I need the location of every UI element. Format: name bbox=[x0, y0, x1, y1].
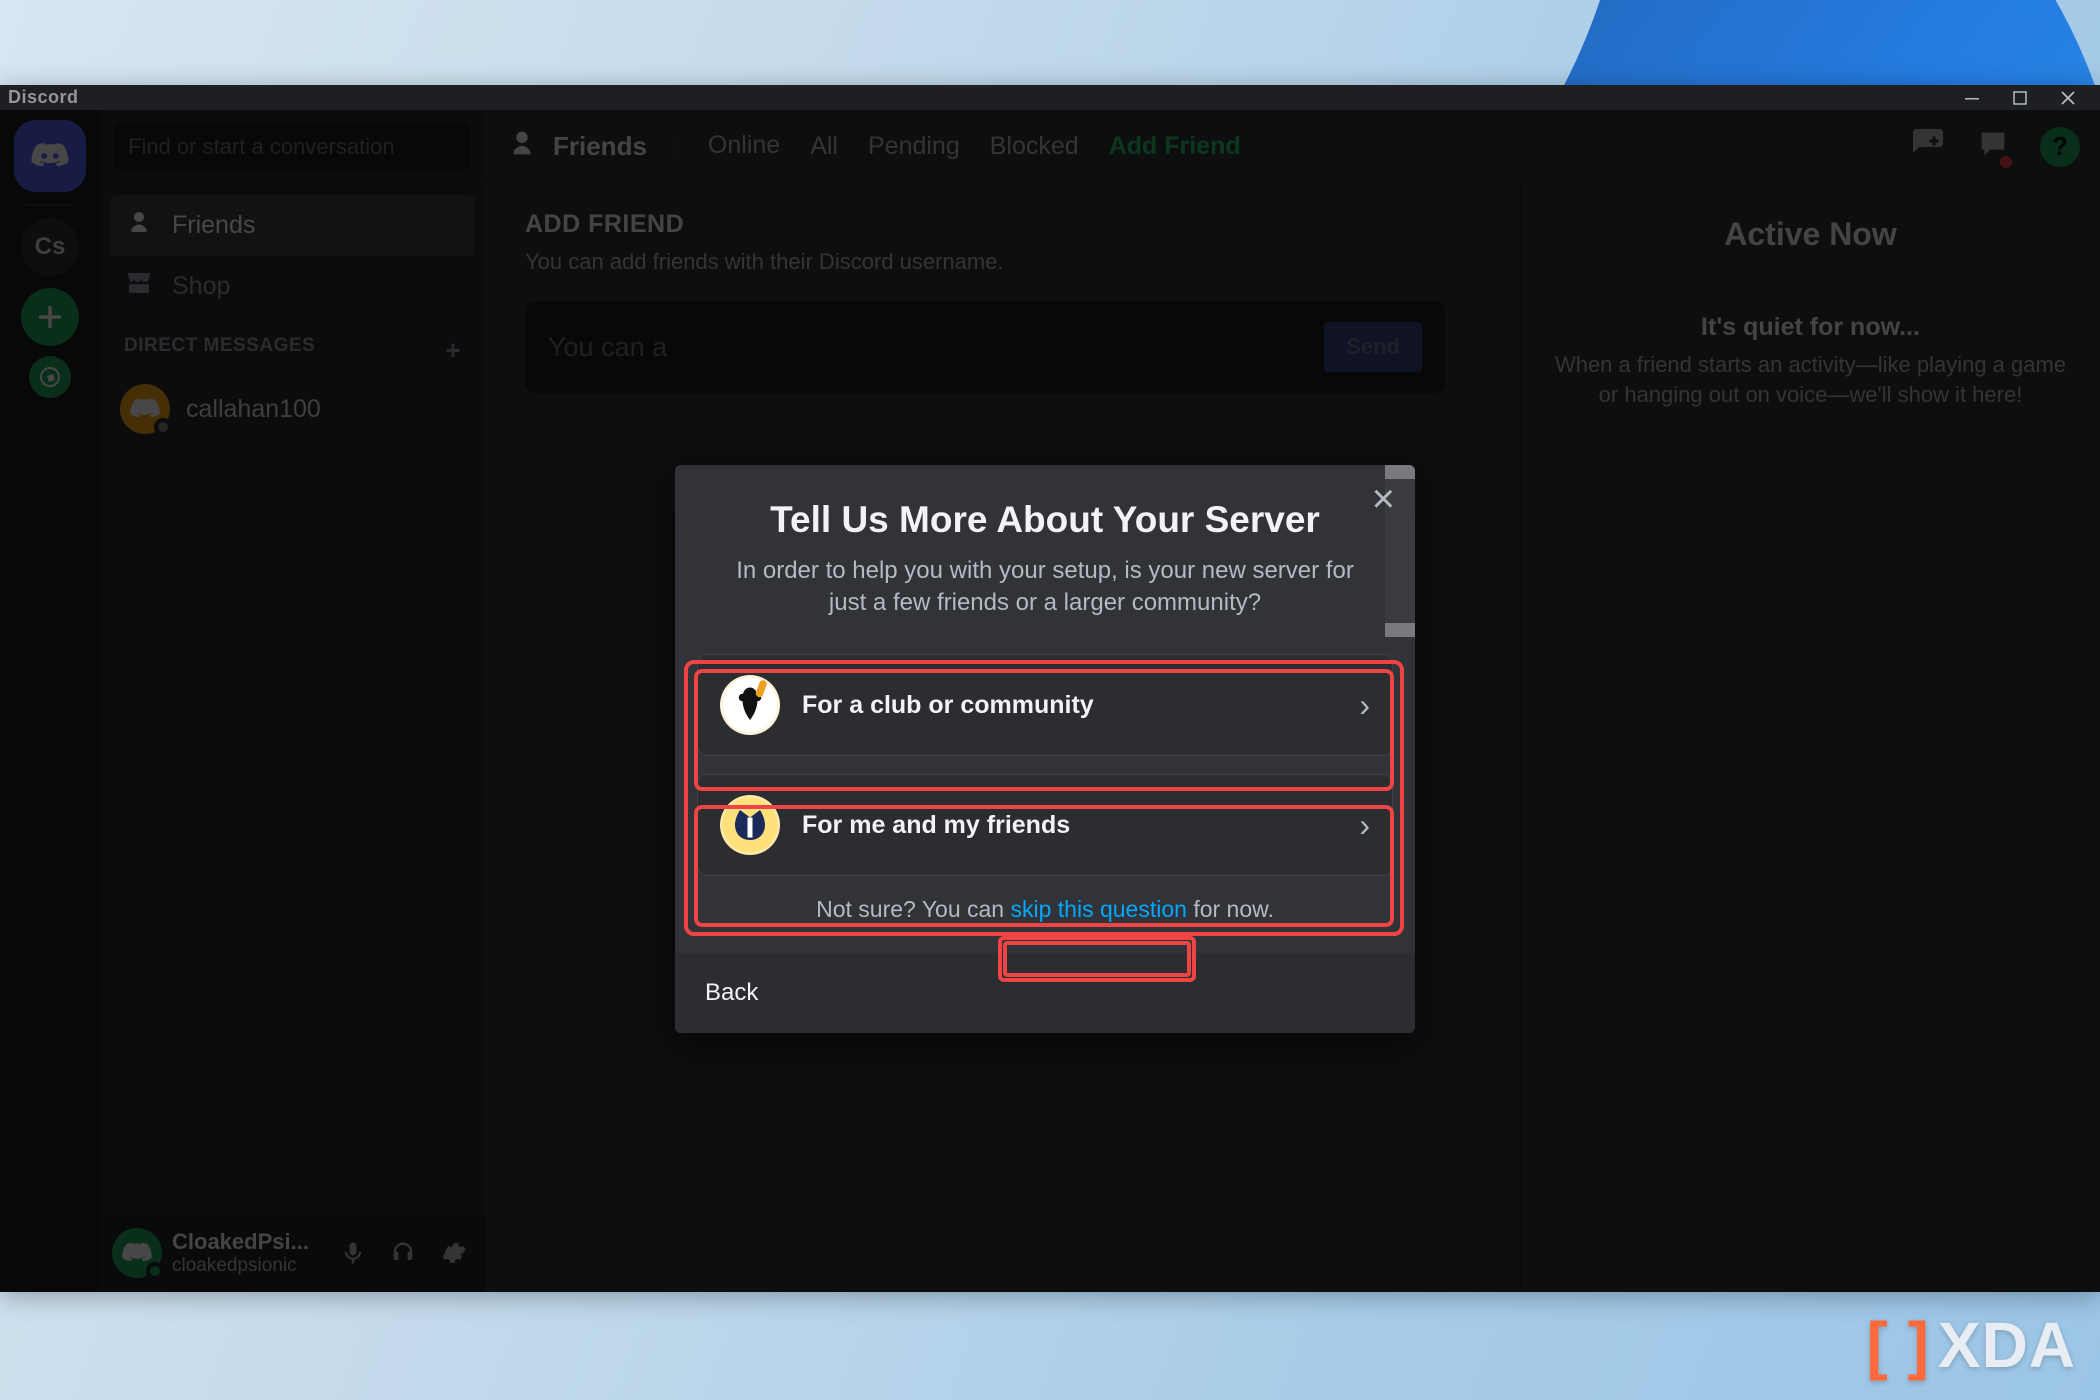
modal-title: Tell Us More About Your Server bbox=[721, 499, 1369, 541]
skip-question-link[interactable]: skip this question bbox=[1011, 896, 1187, 922]
desktop-background: Discord Cs bbox=[0, 0, 2100, 1400]
chevron-right-icon: › bbox=[1359, 807, 1370, 844]
create-server-modal: × Tell Us More About Your Server In orde… bbox=[675, 465, 1415, 1033]
minimize-button[interactable] bbox=[1948, 85, 1996, 110]
xda-watermark: [ ] XDA bbox=[1866, 1308, 2076, 1382]
window-title: Discord bbox=[8, 87, 79, 108]
modal-subtitle: In order to help you with your setup, is… bbox=[721, 555, 1369, 618]
option-club-label: For a club or community bbox=[802, 691, 1337, 720]
option-me-friends[interactable]: For me and my friends › bbox=[697, 774, 1393, 876]
option-club-community[interactable]: For a club or community › bbox=[697, 654, 1393, 756]
chevron-right-icon: › bbox=[1359, 687, 1370, 724]
option-friends-label: For me and my friends bbox=[802, 811, 1337, 840]
xda-text: XDA bbox=[1938, 1308, 2076, 1382]
friends-icon bbox=[720, 795, 780, 855]
close-modal-button[interactable]: × bbox=[1372, 479, 1395, 519]
back-button[interactable]: Back bbox=[705, 979, 758, 1006]
close-window-button[interactable] bbox=[2044, 85, 2092, 110]
club-icon bbox=[720, 675, 780, 735]
skip-question-text: Not sure? You can skip this question for… bbox=[675, 896, 1415, 923]
window-titlebar[interactable]: Discord bbox=[0, 85, 2100, 110]
xda-bracket-icon: [ ] bbox=[1866, 1308, 1929, 1382]
discord-window: Discord Cs bbox=[0, 85, 2100, 1292]
maximize-button[interactable] bbox=[1996, 85, 2044, 110]
